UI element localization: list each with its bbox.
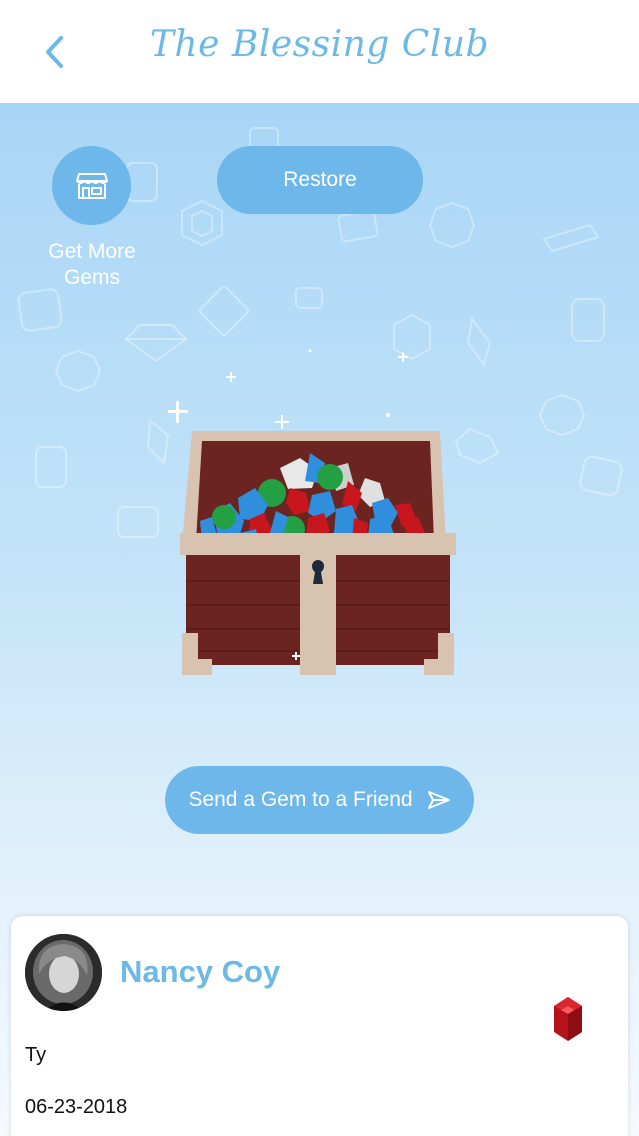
sender-name: Nancy Coy xyxy=(120,954,281,989)
gem-message-card[interactable]: Nancy Coy Ty 06-23-2018 xyxy=(11,916,628,1136)
user-photo-icon xyxy=(25,934,102,1011)
storefront-icon xyxy=(75,172,108,199)
store-label-line2: Gems xyxy=(63,266,120,289)
send-arrow-icon xyxy=(427,791,450,809)
red-gem-icon xyxy=(554,997,582,1041)
app-title: The Blessing Club xyxy=(149,24,490,65)
message-text: Ty xyxy=(25,1044,47,1066)
header-bar: The Blessing Club xyxy=(0,0,639,103)
message-date: 06-23-2018 xyxy=(25,1096,128,1118)
send-gem-label: Send a Gem to a Friend xyxy=(188,788,413,811)
get-more-gems-button[interactable] xyxy=(52,146,131,225)
restore-button[interactable]: Restore xyxy=(217,146,423,214)
send-gem-button[interactable]: Send a Gem to a Friend xyxy=(165,766,474,834)
treasure-chest-illustration xyxy=(180,431,456,675)
store-label-line1: Get More xyxy=(48,240,136,263)
avatar xyxy=(25,934,102,1011)
get-more-gems-label: Get More Gems xyxy=(30,239,154,291)
gem-vault-panel: Get More Gems Restore Send a Gem to a Fr… xyxy=(0,103,639,1136)
